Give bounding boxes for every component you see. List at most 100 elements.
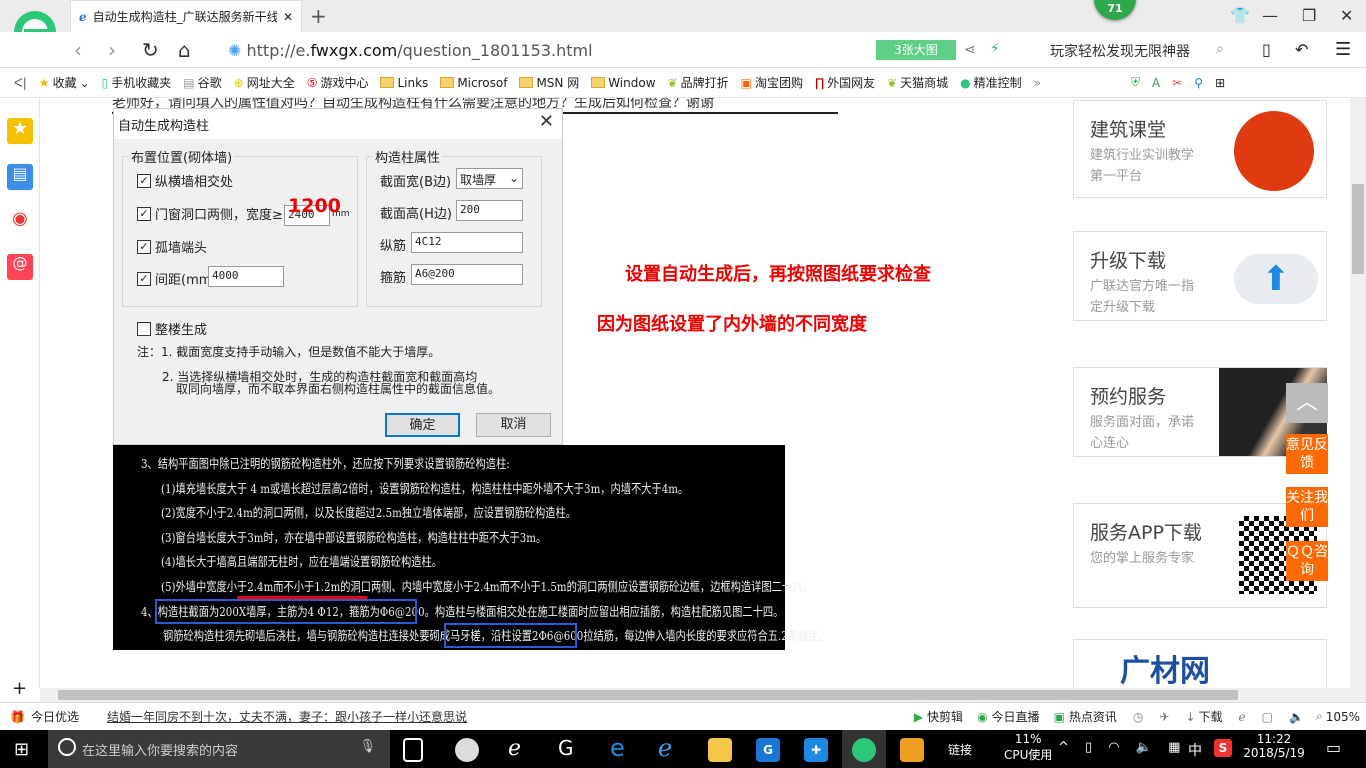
checkbox-opening-sides[interactable]: ✓ 门窗洞口两侧，宽度≥ <box>137 204 283 223</box>
spacing-input[interactable]: 4000 <box>208 266 284 287</box>
home-button[interactable]: ⌂ <box>178 38 191 62</box>
share-icon[interactable]: ⋖ <box>964 42 976 58</box>
scissors-icon[interactable]: ✂ <box>1172 76 1182 90</box>
zoom-level[interactable]: 105% <box>1326 710 1360 724</box>
bookmark-hao[interactable]: ⊕ 网址大全 <box>234 74 295 91</box>
restore-button[interactable]: ❐ <box>1302 6 1316 25</box>
qq-consult-button[interactable]: ＱＱ咨询 <box>1286 541 1328 581</box>
long-bar-input[interactable]: 4C12 <box>411 232 523 253</box>
add-sidebar-icon[interactable]: + <box>12 678 27 699</box>
width-select[interactable]: 取墙厚 ⌄ <box>456 168 523 189</box>
scroll-thumb[interactable] <box>1352 184 1364 274</box>
system-tray-icons[interactable]: ^ ▯ ◠ 🔈 ▦ <box>1058 740 1186 755</box>
apps-icon[interactable]: ⊞ <box>1215 76 1225 90</box>
more-bookmarks-icon[interactable]: » <box>1034 76 1041 90</box>
skin-icon[interactable]: 👕 <box>1230 6 1250 25</box>
collapse-sidebar-icon[interactable]: ᐸ| <box>14 76 27 90</box>
link-label[interactable]: 链接 <box>948 741 972 758</box>
dialog-close-icon[interactable]: ✕ <box>539 111 554 132</box>
tab-close-icon[interactable]: ✕ <box>283 10 293 24</box>
key-icon[interactable]: ⚲ <box>1194 76 1203 90</box>
card-upgrade-download[interactable]: 升级下载 广联达官方唯一指定升级下载 ⬆ <box>1073 231 1327 321</box>
app-plus-icon[interactable]: ✚ <box>804 738 828 762</box>
window-icon[interactable]: ▢ <box>1262 710 1273 724</box>
vertical-scrollbar[interactable] <box>1350 98 1366 688</box>
bookmark-google[interactable]: ▤ 谷歌 <box>183 74 221 91</box>
bookmark-tmall[interactable]: ❦ 天猫商城 <box>887 74 948 91</box>
height-input[interactable]: 200 <box>456 200 523 221</box>
clock[interactable]: 11:22 2018/5/19 <box>1242 732 1306 760</box>
hot-news-button[interactable]: 热点资讯 <box>1069 708 1117 725</box>
app-swirl-icon[interactable]: G <box>558 736 574 760</box>
bookmark-taobao[interactable]: ▣ 淘宝团购 <box>741 74 803 91</box>
url-input[interactable]: ✺ http://e.fwxgx.com/question_1801153.ht… <box>228 41 593 60</box>
stirrup-input[interactable]: A6@200 <box>411 264 523 285</box>
card-building-class[interactable]: 建筑课堂 建筑行业实训教学第一平台 <box>1073 100 1327 198</box>
phone-icon[interactable]: ▯ <box>1262 40 1271 59</box>
ie-icon[interactable]: ℯ <box>658 734 672 762</box>
checkbox-whole-building[interactable]: 整楼生成 <box>137 319 207 338</box>
minimize-button[interactable]: — <box>1262 6 1278 25</box>
bookmark-microsoft[interactable]: Microsof <box>440 76 507 90</box>
weibo-icon[interactable]: ◉ <box>7 208 33 234</box>
notification-center-icon[interactable]: ▭ <box>1326 738 1341 757</box>
cpu-monitor[interactable]: 11% CPU使用 <box>1004 732 1052 763</box>
sogou-icon[interactable]: S <box>1214 739 1232 757</box>
download-button[interactable]: 下载 <box>1199 708 1223 725</box>
bookmark-control[interactable]: ● 精准控制 <box>960 74 1022 91</box>
undo-icon[interactable]: ↶ <box>1295 40 1308 59</box>
translate-icon[interactable]: A <box>1152 76 1160 90</box>
sound-icon[interactable]: 🔈 <box>1289 710 1304 724</box>
feedback-button[interactable]: 意见反馈 <box>1286 434 1328 474</box>
task-view-icon[interactable] <box>403 738 423 762</box>
horizontal-scrollbar[interactable] <box>40 688 1366 702</box>
edge-icon[interactable]: e <box>610 734 625 762</box>
checkbox-spacing[interactable]: ✓ 间距(mm) <box>137 269 216 288</box>
pin-icon[interactable]: ✈ <box>1159 710 1169 724</box>
glodon-icon[interactable]: G <box>756 738 780 762</box>
ime-indicator[interactable]: 中 <box>1188 740 1202 760</box>
favorites-star-icon[interactable]: ★ <box>7 118 33 144</box>
today-picks[interactable]: 今日优选 <box>31 708 79 725</box>
bookmark-msn[interactable]: MSN 网 <box>519 74 579 91</box>
forward-button[interactable]: › <box>108 38 116 62</box>
taskbar-search[interactable]: 在这里输入你要搜索的内容 🎙 <box>48 730 390 768</box>
windows-start-icon[interactable]: ⊞ <box>14 739 29 760</box>
search-box[interactable]: 玩家轻松发现无限神器 <box>1050 41 1190 61</box>
cancel-button[interactable]: 取消 <box>476 413 551 437</box>
close-button[interactable]: ✕ <box>1340 6 1353 25</box>
bookmark-mobile[interactable]: ▯ 手机收藏夹 <box>102 74 172 91</box>
live-button[interactable]: 今日直播 <box>992 708 1040 725</box>
bookmark-windows[interactable]: Window <box>591 76 656 90</box>
lightning-icon[interactable]: ⚡ <box>990 41 1000 57</box>
new-tab-button[interactable]: + <box>310 4 327 28</box>
bookmark-brand[interactable]: ❦ 品牌打折 <box>668 74 729 91</box>
shield-icon[interactable]: ⛨ <box>1131 75 1140 90</box>
bookmark-links[interactable]: Links <box>380 76 428 90</box>
refresh-button[interactable]: ↻ <box>142 38 159 62</box>
reading-list-icon[interactable]: ▤ <box>7 164 33 190</box>
card-gcw-ad[interactable]: 广材网 <box>1073 639 1327 688</box>
checkbox-cross-walls[interactable]: ✓ 纵横墙相交处 <box>137 171 233 190</box>
browser-e-icon[interactable]: ℯ <box>508 736 521 761</box>
app-fan-icon[interactable] <box>455 738 479 762</box>
search-icon[interactable]: ⌕ <box>1216 41 1224 57</box>
file-explorer-icon[interactable] <box>708 738 732 762</box>
menu-icon[interactable]: ☰ <box>1335 39 1351 60</box>
microphone-icon[interactable]: 🎙 <box>359 739 376 754</box>
bookmark-favorites[interactable]: ★ 收藏 ⌄ <box>39 74 90 91</box>
news-link[interactable]: 结婚一年同房不到十次，丈夫不满，妻子：跟小孩子一样小还意思说 <box>107 708 467 725</box>
checkbox-wall-end[interactable]: ✓ 孤墙端头 <box>137 237 207 256</box>
notes-app-icon[interactable] <box>900 738 924 762</box>
active-browser-task[interactable] <box>842 730 886 768</box>
mail-icon[interactable]: @ <box>7 254 33 280</box>
quick-cut-button[interactable]: 快剪辑 <box>927 708 963 725</box>
ie-mode-icon[interactable]: ℯ <box>1239 710 1246 724</box>
ok-button[interactable]: 确定 <box>385 413 460 437</box>
back-button[interactable]: ‹ <box>74 38 82 62</box>
bookmark-foreign[interactable]: ∏ 外国网友 <box>815 74 875 91</box>
tab-active[interactable]: ℯ 自动生成构造柱_广联达服务新干线 ✕ <box>70 0 302 32</box>
speed-icon[interactable]: ◷ <box>1133 710 1143 724</box>
follow-us-button[interactable]: 关注我们 <box>1286 487 1328 527</box>
back-to-top-button[interactable]: ︿ <box>1286 383 1328 423</box>
